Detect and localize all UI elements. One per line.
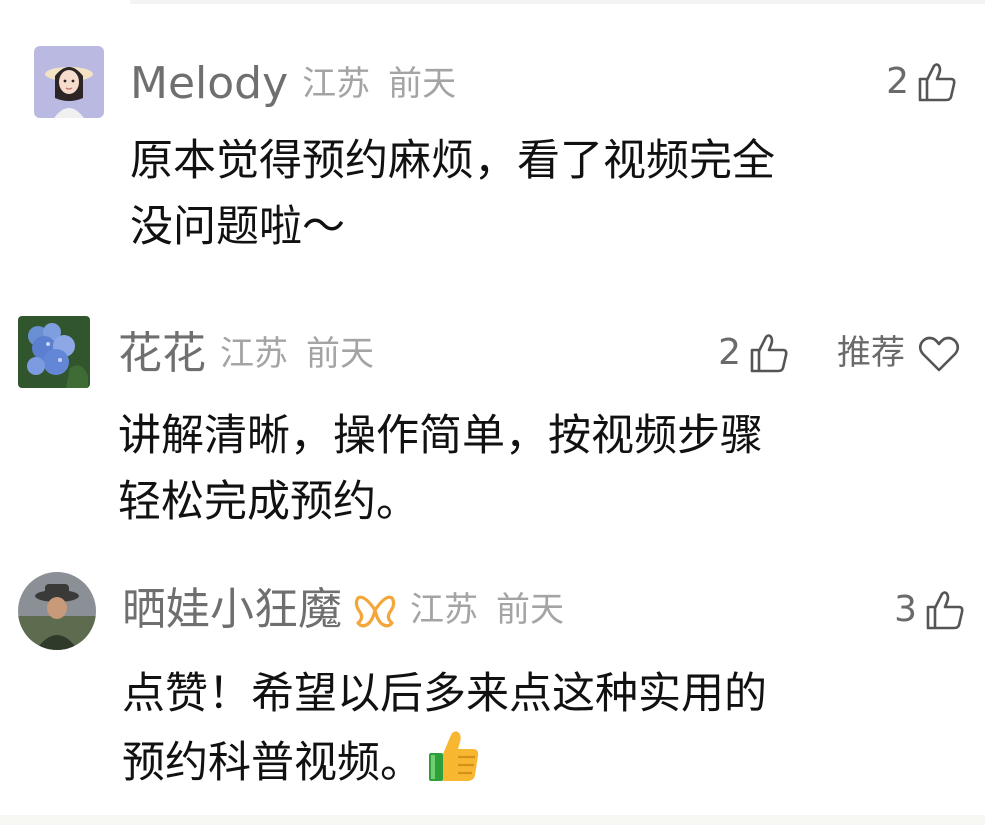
heart-icon[interactable] xyxy=(917,333,961,373)
recommend-button[interactable]: 推荐 xyxy=(837,336,905,370)
like-count: 2 xyxy=(718,332,741,373)
thumbs-up-icon[interactable] xyxy=(747,331,791,375)
avatar[interactable] xyxy=(18,572,96,650)
comment-text: 点赞！希望以后多来点这种实用的 预约科普视频。 xyxy=(122,669,767,788)
username[interactable]: Melody xyxy=(130,62,288,106)
cartoon-girl-avatar-icon xyxy=(34,46,104,118)
timestamp: 前天 xyxy=(306,334,374,374)
comment-text: 原本觉得预约麻烦，看了视频完全 没问题啦～ xyxy=(130,136,775,252)
bottom-divider xyxy=(0,815,985,825)
thumbs-up-icon[interactable] xyxy=(915,60,959,104)
man-with-hat-avatar-icon xyxy=(18,572,96,650)
username[interactable]: 晒娃小狂魔 xyxy=(122,588,342,632)
like-count: 2 xyxy=(886,61,909,102)
vip-butterfly-badge-icon xyxy=(354,590,396,630)
username[interactable]: 花花 xyxy=(118,332,206,376)
timestamp: 前天 xyxy=(496,590,564,630)
hydrangea-flower-avatar-icon xyxy=(18,316,90,388)
comment-text: 讲解清晰，操作简单，按视频步骤 轻松完成预约。 xyxy=(118,411,763,527)
avatar[interactable] xyxy=(34,46,104,118)
location-label: 江苏 xyxy=(220,334,288,374)
location-label: 江苏 xyxy=(302,64,371,104)
avatar[interactable] xyxy=(18,316,90,388)
thumbs-up-icon[interactable] xyxy=(923,588,967,632)
location-label: 江苏 xyxy=(410,590,478,630)
like-count: 3 xyxy=(894,589,917,630)
timestamp: 前天 xyxy=(388,64,457,104)
top-divider xyxy=(130,0,985,4)
thumbs-up-emoji-icon xyxy=(425,727,483,785)
